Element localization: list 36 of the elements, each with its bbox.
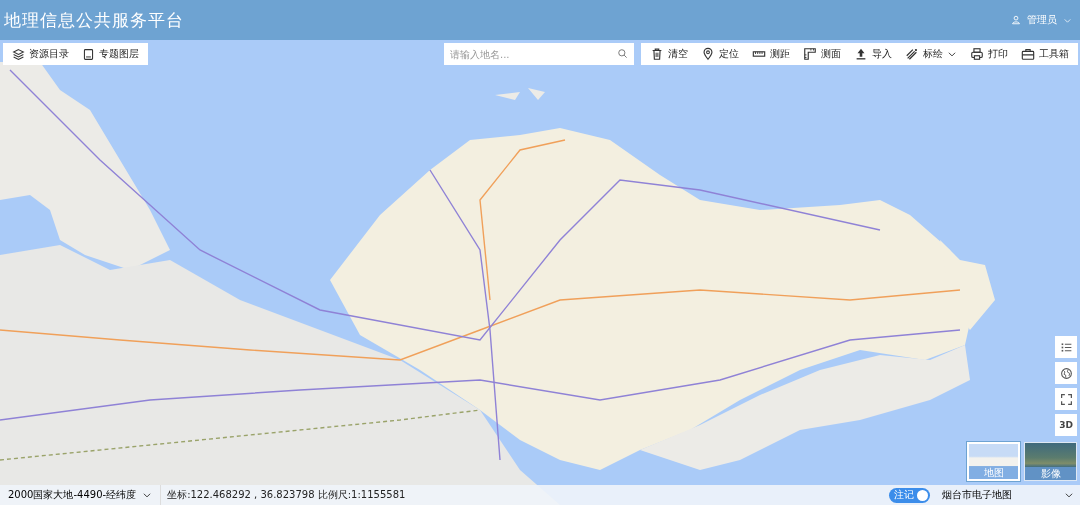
layers-icon	[12, 47, 25, 61]
map-control-button[interactable]	[1055, 336, 1077, 358]
tool-button[interactable]: 测距	[747, 43, 795, 65]
fullscreen-icon	[1059, 392, 1073, 406]
search-icon	[617, 48, 628, 59]
upload-icon	[854, 47, 868, 61]
tool-button[interactable]: 资源目录	[7, 43, 74, 65]
area-measure-icon	[803, 47, 817, 61]
caret-icon	[947, 49, 957, 59]
tool-button[interactable]: 打印	[965, 43, 1013, 65]
tool-button[interactable]: 专题图层	[77, 43, 144, 65]
coordinates-text: 坐标:122.468292 , 36.823798 比例尺:1:1155581	[166, 488, 406, 502]
book-icon	[82, 47, 95, 61]
tool-button[interactable]: 工具箱	[1016, 43, 1074, 65]
app-title: 地理信息公共服务平台	[4, 8, 184, 32]
basemap-select[interactable]: 烟台市电子地图	[940, 488, 1080, 502]
tool-button[interactable]: 定位	[696, 43, 744, 65]
caret-icon	[142, 490, 153, 500]
user-icon	[1011, 15, 1021, 25]
location-pin-icon	[701, 47, 715, 61]
tool-button[interactable]: 测面	[798, 43, 846, 65]
tool-button[interactable]: 清空	[645, 43, 693, 65]
printer-icon	[970, 47, 984, 61]
map-control-button[interactable]	[1055, 362, 1077, 384]
trash-icon	[650, 47, 664, 61]
map-control-button[interactable]	[1055, 388, 1077, 410]
projection-select[interactable]: 2000国家大地-4490-经纬度	[0, 485, 162, 505]
tool-button[interactable]: 导入	[849, 43, 897, 65]
caret-icon	[1064, 490, 1074, 500]
search-field[interactable]: 请输入地名...	[444, 43, 634, 65]
globe-icon	[1059, 366, 1073, 380]
map-control-button[interactable]: 3D	[1055, 414, 1077, 436]
tool-button[interactable]: 标绘	[900, 43, 962, 65]
toolbox-icon	[1021, 47, 1035, 61]
list-icon	[1059, 340, 1073, 354]
pen-icon	[905, 47, 919, 61]
